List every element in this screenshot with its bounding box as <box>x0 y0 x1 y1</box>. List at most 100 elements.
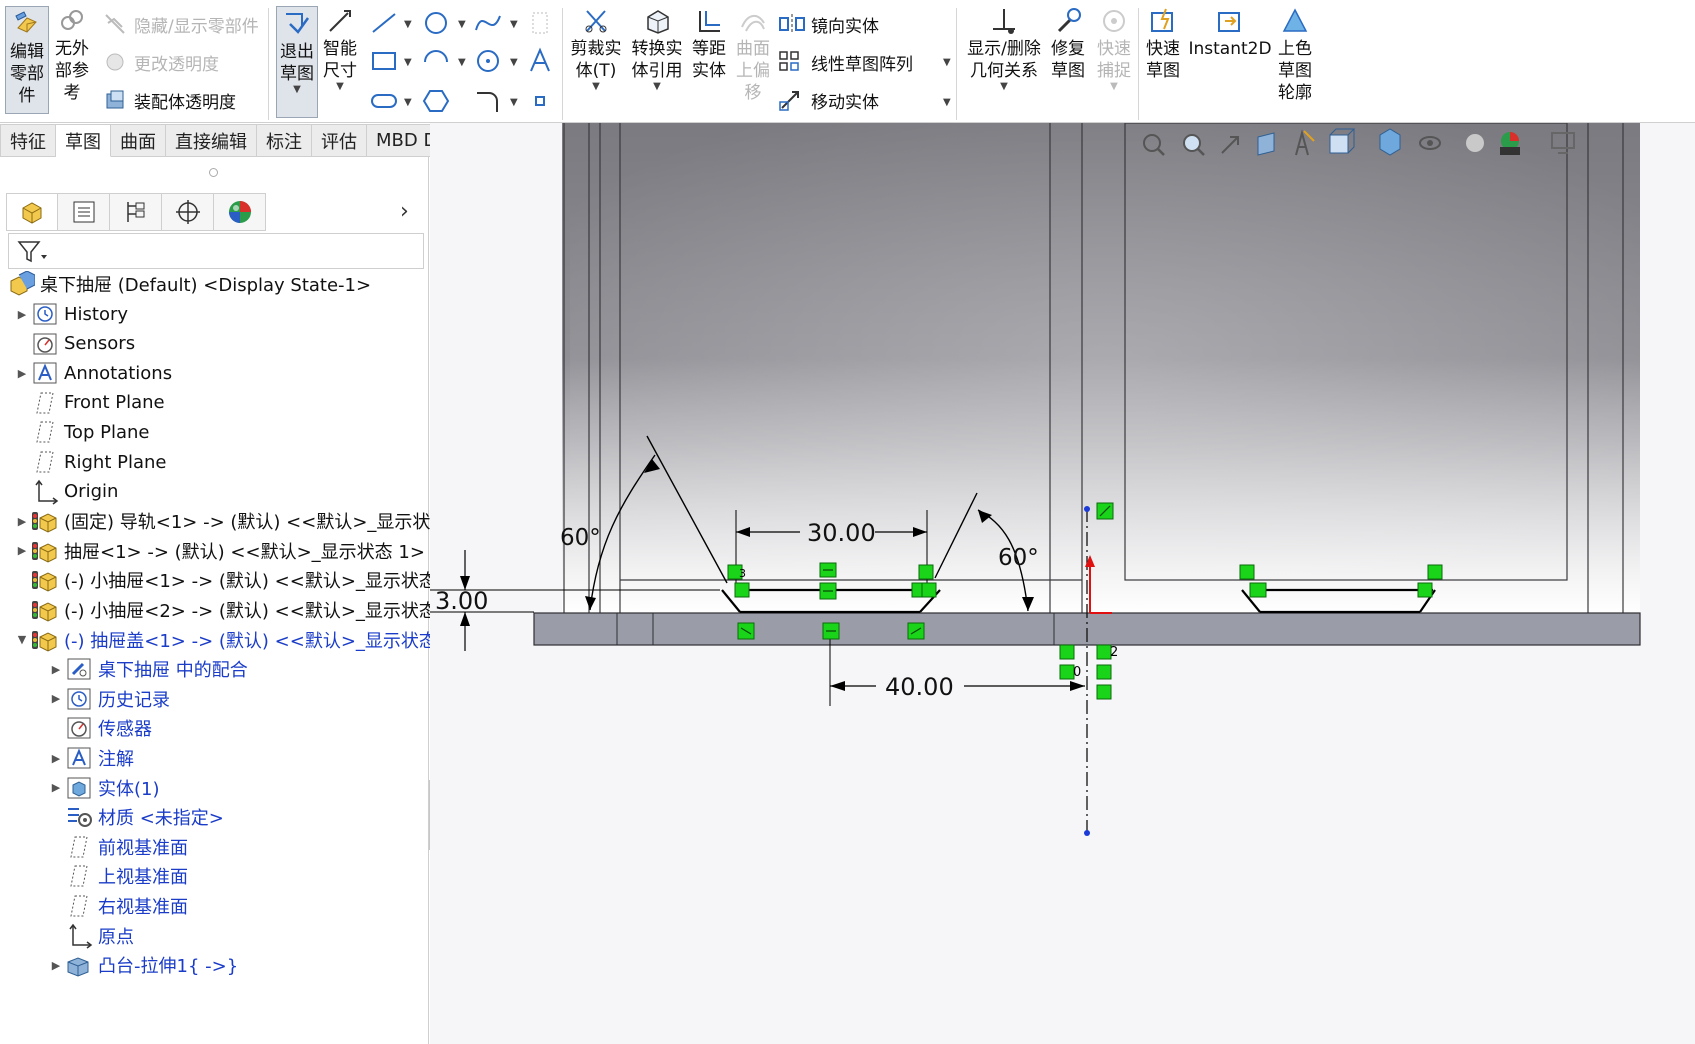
chevron-down-icon[interactable]: ▼ <box>404 58 412 68</box>
chevron-down-icon[interactable]: ▼ <box>458 58 466 68</box>
tab-4[interactable]: 标注 <box>257 124 312 157</box>
tree-item[interactable]: 原点 <box>48 920 134 952</box>
expand-arrow-icon[interactable]: ▶ <box>48 959 64 972</box>
smart-dimension-button[interactable]: 智能 尺寸 ▼ <box>321 6 359 92</box>
spline-tool-button[interactable] <box>470 8 506 38</box>
rectangle-tool-button[interactable] <box>366 46 402 76</box>
quick-snaps-button[interactable]: 快速 捕捉 ▼ <box>1095 6 1133 92</box>
edit-part-button[interactable]: 编辑 零部 件 <box>5 6 49 114</box>
no-external-refs-button[interactable]: 无外 部参 考 <box>54 6 90 104</box>
tab-5[interactable]: 评估 <box>312 124 367 157</box>
tree-item[interactable]: ▼ (-) 抽屉盖<1> -> (默认) <<默认>_显示状态 <box>14 624 437 656</box>
configuration-manager-tab[interactable] <box>110 193 162 231</box>
plane-sketch-button[interactable] <box>522 8 558 38</box>
expand-arrow-icon[interactable]: ▶ <box>14 308 30 321</box>
tree-root-item[interactable]: 桌下抽屉 (Default) <Display State-1> <box>6 268 371 300</box>
tab-0[interactable]: 特征 <box>0 124 56 157</box>
tree-item[interactable]: ▶ 抽屉<1> -> (默认) <<默认>_显示状态 1> <box>14 535 425 567</box>
polygon-tool-button[interactable] <box>418 86 454 116</box>
chevron-down-icon[interactable]: ▼ <box>510 98 518 108</box>
tree-item[interactable]: ▶ 实体(1) <box>48 772 160 804</box>
chevron-down-icon[interactable]: ▼ <box>653 82 661 92</box>
tree-item[interactable]: ▶ 桌下抽屉 中的配合 <box>48 653 248 685</box>
line-tool-button[interactable] <box>366 8 402 38</box>
expand-arrow-icon[interactable]: ▶ <box>14 515 30 528</box>
tree-item[interactable]: ▶ History <box>14 298 128 330</box>
collapse-arrow-icon[interactable]: ▼ <box>14 633 30 646</box>
fillet-tool-button[interactable] <box>470 86 506 116</box>
tree-item[interactable]: ▶ 凸台-拉伸1{ ->} <box>48 949 238 981</box>
chevron-down-icon[interactable]: ▼ <box>1000 82 1008 92</box>
mirror-entities-button[interactable]: 镜向实体 <box>777 10 879 38</box>
tree-item[interactable]: 材质 <未指定> <box>48 801 224 833</box>
expand-arrow-icon[interactable]: ▶ <box>14 367 30 380</box>
chevron-down-icon[interactable]: ▼ <box>404 20 412 30</box>
point-tool-button[interactable] <box>522 86 558 116</box>
chevron-down-icon[interactable]: ▼ <box>1110 82 1118 92</box>
tree-item[interactable]: ▶ Annotations <box>14 357 172 389</box>
change-transparency-button[interactable]: 更改透明度 <box>100 48 219 76</box>
expand-arrow-icon[interactable]: ▶ <box>48 692 64 705</box>
expand-arrow-icon[interactable]: ▶ <box>48 752 64 765</box>
linear-pattern-button[interactable]: 线性草图阵列 <box>777 48 913 76</box>
chevron-down-icon[interactable]: ▼ <box>943 98 951 108</box>
expand-arrow-icon[interactable]: ▶ <box>48 663 64 676</box>
offset-entities-button[interactable]: 等距 实体 <box>689 6 729 82</box>
chevron-down-icon[interactable]: ▼ <box>510 58 518 68</box>
convert-entities-button[interactable]: 转换实 体引用 ▼ <box>628 6 686 92</box>
shaded-sketch-contours-button[interactable]: 上色 草图 轮廓 <box>1275 6 1315 104</box>
hide-show-components-button[interactable]: 隐藏/显示零部件 <box>100 10 259 38</box>
slot-tool-button[interactable] <box>366 86 402 116</box>
tree-item[interactable]: Top Plane <box>14 416 149 448</box>
feature-manager-tab[interactable] <box>6 193 58 231</box>
ellipse-tool-button[interactable] <box>470 46 506 76</box>
tree-item[interactable]: Origin <box>14 476 118 508</box>
tree-item[interactable]: 上视基准面 <box>48 860 188 892</box>
repair-sketch-button[interactable]: 修复 草图 <box>1049 6 1087 82</box>
trim-entities-button[interactable]: 剪裁实 体(T) ▼ <box>567 6 625 92</box>
tree-item[interactable]: (-) 小抽屉<2> -> (默认) <<默认>_显示状态 <box>14 594 437 626</box>
chevron-down-icon[interactable]: ▼ <box>458 20 466 30</box>
tree-item[interactable]: (-) 小抽屉<1> -> (默认) <<默认>_显示状态 <box>14 564 437 596</box>
panel-tabs-next-arrow[interactable]: › <box>400 199 409 224</box>
tree-item[interactable]: ▶ 注解 <box>48 742 134 774</box>
dimxpert-tab[interactable] <box>162 193 214 231</box>
tree-item[interactable]: ▶ (固定) 导轨<1> -> (默认) <<默认>_显示状态 <box>14 505 448 537</box>
tree-item[interactable]: 前视基准面 <box>48 831 188 863</box>
tree-filter-box[interactable] <box>8 233 424 269</box>
graphics-area[interactable]: 30.00 40.00 3.00 60° 60° 3 2 0 <box>430 123 1695 1044</box>
text-tool-button[interactable] <box>522 46 558 76</box>
tree-item[interactable]: ▶ 历史记录 <box>48 683 170 715</box>
show-delete-relations-button[interactable]: 显示/删除 几何关系 ▼ <box>964 6 1044 92</box>
exit-sketch-button[interactable]: 退出 草图 ▼ <box>276 6 318 118</box>
expand-arrow-icon[interactable]: ▶ <box>48 781 64 794</box>
chevron-down-icon[interactable]: ▼ <box>404 98 412 108</box>
chevron-down-icon[interactable]: ▼ <box>592 82 600 92</box>
tab-2[interactable]: 曲面 <box>111 124 166 157</box>
section-view-icon[interactable] <box>1257 132 1275 156</box>
display-manager-tab[interactable] <box>214 193 266 231</box>
edit-appearance-icon[interactable] <box>1466 134 1484 152</box>
tree-item[interactable]: 右视基准面 <box>48 890 188 922</box>
chevron-down-icon[interactable]: ▼ <box>943 58 951 68</box>
tree-item[interactable]: Front Plane <box>14 387 165 419</box>
chevron-down-icon[interactable]: ▼ <box>510 20 518 30</box>
arc-tool-button[interactable] <box>418 46 454 76</box>
instant2d-button[interactable]: Instant2D <box>1188 6 1272 60</box>
chevron-down-icon[interactable]: ▼ <box>293 85 301 95</box>
panel-grip[interactable] <box>209 168 218 177</box>
move-entities-button[interactable]: 移动实体 <box>777 86 879 114</box>
apply-scene-icon[interactable] <box>1500 132 1520 155</box>
rapid-sketch-button[interactable]: 快速 草图 <box>1143 6 1183 82</box>
chevron-down-icon[interactable]: ▼ <box>336 82 344 92</box>
tree-item[interactable]: 传感器 <box>48 712 152 744</box>
tab-3[interactable]: 直接编辑 <box>166 124 257 157</box>
assembly-transparency-button[interactable]: 装配体透明度 <box>100 86 236 114</box>
display-style-icon[interactable] <box>1379 128 1401 156</box>
tree-item[interactable]: Sensors <box>14 328 135 360</box>
expand-arrow-icon[interactable]: ▶ <box>14 544 30 557</box>
tab-1[interactable]: 草图 <box>56 124 111 157</box>
surface-offset-button[interactable]: 曲面 上偏 移 <box>733 6 773 104</box>
tree-item[interactable]: Right Plane <box>14 446 167 478</box>
circle-tool-button[interactable] <box>418 8 454 38</box>
